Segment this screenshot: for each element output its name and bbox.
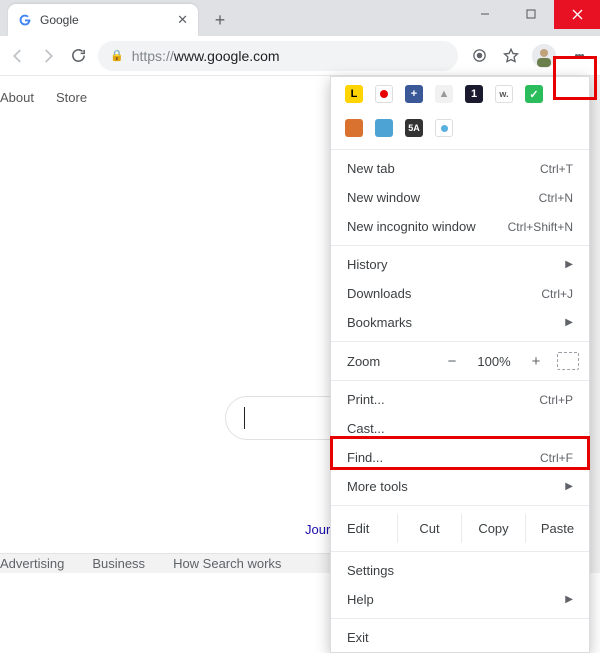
edit-paste-button[interactable]: Paste (525, 514, 589, 543)
footer-advertising[interactable]: Advertising (0, 556, 64, 571)
page-content: About Store Journ Advertising Business H… (0, 76, 600, 570)
menu-zoom-row: Zoom − 100% + (331, 346, 589, 376)
close-tab-icon[interactable]: ✕ (177, 12, 188, 28)
menu-cast[interactable]: Cast... (331, 414, 589, 443)
extension-icon[interactable] (435, 119, 453, 137)
new-tab-button[interactable]: + (206, 6, 234, 34)
extension-icon[interactable] (345, 119, 363, 137)
menu-new-window[interactable]: New windowCtrl+N (331, 183, 589, 212)
extension-icon[interactable]: w. (495, 85, 513, 103)
extension-icon[interactable] (375, 85, 393, 103)
extensions-row-2: 5A (331, 111, 589, 145)
back-button (8, 46, 28, 66)
toolbar: 🔒 https://www.google.com (0, 36, 600, 76)
edit-copy-button[interactable]: Copy (461, 514, 525, 543)
zoom-value: 100% (473, 354, 515, 369)
menu-exit[interactable]: Exit (331, 623, 589, 652)
menu-edit-row: Edit Cut Copy Paste (331, 510, 589, 547)
footer-business[interactable]: Business (92, 556, 145, 571)
menu-find[interactable]: Find...Ctrl+F (331, 443, 589, 472)
extension-icon[interactable]: ▲ (435, 85, 453, 103)
zoom-label: Zoom (347, 354, 380, 369)
menu-settings[interactable]: Settings (331, 556, 589, 585)
profile-avatar[interactable] (532, 44, 556, 68)
window-minimize-button[interactable] (462, 0, 508, 29)
chrome-main-menu: L + ▲ 1 w. ✓ 5A New tabCtrl+T New window… (330, 76, 590, 653)
nav-about[interactable]: About (0, 90, 34, 105)
menu-more-tools[interactable]: More tools▶ (331, 472, 589, 501)
tab-strip: Google ✕ + (0, 0, 600, 36)
edit-cut-button[interactable]: Cut (397, 514, 461, 543)
menu-downloads[interactable]: DownloadsCtrl+J (331, 279, 589, 308)
address-bar[interactable]: 🔒 https://www.google.com (98, 41, 458, 71)
zoom-out-button[interactable]: − (441, 353, 463, 370)
menu-history[interactable]: History▶ (331, 250, 589, 279)
extension-icon[interactable] (375, 119, 393, 137)
edit-label: Edit (347, 521, 397, 536)
browser-tab[interactable]: Google ✕ (8, 4, 198, 36)
forward-button (38, 46, 58, 66)
extension-icon[interactable]: + (405, 85, 423, 103)
extension-icon[interactable]: ✓ (525, 85, 543, 103)
window-maximize-button[interactable] (508, 0, 554, 29)
fullscreen-button[interactable] (557, 352, 579, 370)
favicon-google (18, 13, 32, 27)
reload-button[interactable] (68, 46, 88, 66)
target-icon[interactable] (468, 45, 490, 67)
window-close-button[interactable] (554, 0, 600, 29)
menu-bookmarks[interactable]: Bookmarks▶ (331, 308, 589, 337)
tab-title: Google (40, 13, 169, 27)
url-text: https://www.google.com (132, 48, 280, 64)
extension-icon[interactable]: 5A (405, 119, 423, 137)
lock-icon: 🔒 (110, 49, 124, 62)
text-cursor (244, 407, 245, 429)
footer-how-search[interactable]: How Search works (173, 556, 281, 571)
menu-print[interactable]: Print...Ctrl+P (331, 385, 589, 414)
extension-icon[interactable]: 1 (465, 85, 483, 103)
nav-store[interactable]: Store (56, 90, 87, 105)
star-icon[interactable] (500, 45, 522, 67)
menu-new-tab[interactable]: New tabCtrl+T (331, 154, 589, 183)
extensions-row-1: L + ▲ 1 w. ✓ (331, 77, 589, 111)
menu-incognito[interactable]: New incognito windowCtrl+Shift+N (331, 212, 589, 241)
kebab-menu-button[interactable] (566, 41, 592, 71)
extension-icon[interactable]: L (345, 85, 363, 103)
zoom-in-button[interactable]: + (525, 353, 547, 370)
